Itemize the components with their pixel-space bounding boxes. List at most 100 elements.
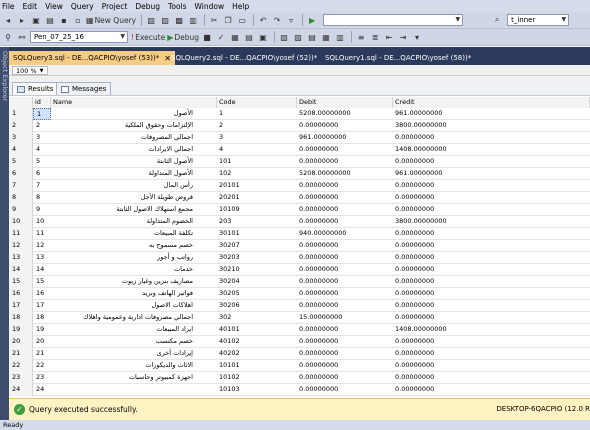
table-row[interactable]: 4 4 اجمالي الايرادات 4 0.00000000 1408.000000… xyxy=(9,144,590,156)
database-engine-query-icon[interactable]: ▧ xyxy=(145,14,157,27)
row-number[interactable]: 2 xyxy=(9,120,33,132)
row-number[interactable]: 9 xyxy=(9,204,33,216)
menu-project[interactable]: Project xyxy=(102,2,128,11)
cell-id[interactable]: 8 xyxy=(33,192,51,204)
cell-name[interactable]: الأصول المتداولة xyxy=(51,168,217,180)
menu-help[interactable]: Help xyxy=(232,2,249,11)
cell-code[interactable]: 20201 xyxy=(217,192,297,204)
row-number[interactable]: 18 xyxy=(9,312,33,324)
row-number[interactable]: 13 xyxy=(9,252,33,264)
cell-code[interactable]: 30205 xyxy=(217,288,297,300)
cell-code[interactable]: 30101 xyxy=(217,228,297,240)
cell-name[interactable]: قروض طويلة الأجل xyxy=(51,192,217,204)
cell-credit[interactable]: 0.00000000 xyxy=(393,228,590,240)
change-connection-icon[interactable]: ⚯ xyxy=(16,31,28,44)
cell-debit[interactable]: 0.00000000 xyxy=(297,336,393,348)
tab-sqlquery1[interactable]: SQLQuery1.sql - DE...QACPIO\yosef (58))* xyxy=(321,51,475,65)
cell-name[interactable]: اجمالي الايرادات xyxy=(51,144,217,156)
cell-code[interactable]: 302 xyxy=(217,312,297,324)
cell-credit[interactable]: 0.00000000 xyxy=(393,264,590,276)
cell-code[interactable]: 40102 xyxy=(217,336,297,348)
row-number[interactable]: 14 xyxy=(9,264,33,276)
cell-id[interactable]: 14 xyxy=(33,264,51,276)
table-row[interactable]: 17 17 اهلاكات الاصول 30206 0.00000000 0.00000… xyxy=(9,300,590,312)
specify-values-icon[interactable]: ▾ xyxy=(411,31,423,44)
table-row[interactable]: 22 22 الاثاث والديكورات 10101 0.00000000 0.00… xyxy=(9,360,590,372)
cell-id[interactable]: 6 xyxy=(33,168,51,180)
row-number[interactable]: 7 xyxy=(9,180,33,192)
cell-name[interactable]: خدمات xyxy=(51,264,217,276)
cell-id[interactable]: 2 xyxy=(33,120,51,132)
cell-debit[interactable]: 0.00000000 xyxy=(297,144,393,156)
row-number[interactable]: 17 xyxy=(9,300,33,312)
solution-config-combo[interactable]: ▼ xyxy=(323,14,464,26)
cell-id[interactable]: 9 xyxy=(33,204,51,216)
table-row[interactable]: 14 14 خدمات 30210 0.00000000 0.00000000 xyxy=(9,264,590,276)
cell-credit[interactable]: 0.00000000 xyxy=(393,192,590,204)
new-query-button[interactable]: ▦ New Query xyxy=(86,14,136,27)
column-header-code[interactable]: Code xyxy=(217,97,297,108)
cell-code[interactable]: 2 xyxy=(217,120,297,132)
cell-credit[interactable]: 0.00000000 xyxy=(393,288,590,300)
start-icon[interactable]: ▶ xyxy=(306,14,318,27)
cell-id[interactable]: 5 xyxy=(33,156,51,168)
cell-credit[interactable]: 0.00000000 xyxy=(393,204,590,216)
cell-name[interactable]: خصم مكتسب xyxy=(51,336,217,348)
cell-debit[interactable]: 5208.00000000 xyxy=(297,168,393,180)
table-row[interactable]: 19 19 ايراد المبيعات 40101 0.00000000 1408.00… xyxy=(9,324,590,336)
increase-indent-icon[interactable]: ⇥ xyxy=(397,31,409,44)
cell-name[interactable]: تكلفة المبيعات xyxy=(51,228,217,240)
save-all-icon[interactable]: ▫ xyxy=(72,14,84,27)
save-icon[interactable]: ▪ xyxy=(58,14,70,27)
table-row[interactable]: 11 11 تكلفة المبيعات 30101 940.00000000 0.000… xyxy=(9,228,590,240)
row-number[interactable]: 16 xyxy=(9,288,33,300)
cell-code[interactable]: 102 xyxy=(217,168,297,180)
cell-debit[interactable]: 0.00000000 xyxy=(297,192,393,204)
find-icon[interactable]: ⌕ xyxy=(491,14,503,27)
cell-credit[interactable]: 0.00000000 xyxy=(393,252,590,264)
cell-code[interactable]: 3 xyxy=(217,132,297,144)
table-row[interactable]: 3 3 اجمالي المصروفات 3 961.00000000 0.0000000… xyxy=(9,132,590,144)
cell-code[interactable]: 4 xyxy=(217,144,297,156)
estimated-plan-icon[interactable]: ▦ xyxy=(229,31,241,44)
menu-edit[interactable]: Edit xyxy=(23,2,38,11)
cell-credit[interactable]: 0.00000000 xyxy=(393,384,590,396)
cell-credit[interactable]: 0.00000000 xyxy=(393,336,590,348)
cell-credit[interactable]: 961.00000000 xyxy=(393,168,590,180)
cell-credit[interactable]: 1408.00000000 xyxy=(393,144,590,156)
cell-code[interactable]: 10102 xyxy=(217,372,297,384)
row-number[interactable]: 11 xyxy=(9,228,33,240)
row-number[interactable]: 24 xyxy=(9,384,33,396)
row-number[interactable]: 10 xyxy=(9,216,33,228)
cell-id[interactable]: 12 xyxy=(33,240,51,252)
cell-id[interactable]: 16 xyxy=(33,288,51,300)
row-number[interactable]: 21 xyxy=(9,348,33,360)
cell-debit[interactable]: 0.00000000 xyxy=(297,240,393,252)
table-row[interactable]: 13 13 رواتب و أجور 30203 0.00000000 0.0000000… xyxy=(9,252,590,264)
tab-sqlquery2[interactable]: SQLQuery2.sql - DE...QACPIO\yosef (52))* xyxy=(167,51,321,65)
column-header-id[interactable]: id xyxy=(33,97,51,108)
cell-name[interactable]: مجمع استهلاك الاصول الثابتة xyxy=(51,204,217,216)
row-number[interactable]: 5 xyxy=(9,156,33,168)
cell-code[interactable]: 30206 xyxy=(217,300,297,312)
cell-debit[interactable]: 0.00000000 xyxy=(297,204,393,216)
cell-credit[interactable]: 1408.00000000 xyxy=(393,324,590,336)
cell-code[interactable]: 40101 xyxy=(217,324,297,336)
forward-icon[interactable]: ▸ xyxy=(16,14,28,27)
cell-credit[interactable]: 0.00000000 xyxy=(393,360,590,372)
menu-window[interactable]: Window xyxy=(195,2,225,11)
cell-id[interactable]: 22 xyxy=(33,360,51,372)
debug-button[interactable]: ▶ Debug xyxy=(167,31,199,44)
cell-id[interactable]: 19 xyxy=(33,324,51,336)
row-number[interactable]: 8 xyxy=(9,192,33,204)
cell-name[interactable]: رواتب و أجور xyxy=(51,252,217,264)
cell-code[interactable]: 10101 xyxy=(217,360,297,372)
cell-credit[interactable]: 0.00000000 xyxy=(393,372,590,384)
cell-id[interactable]: 18 xyxy=(33,312,51,324)
cut-icon[interactable]: ✂ xyxy=(208,14,220,27)
cell-name[interactable]: اجمالي المصروفات xyxy=(51,132,217,144)
cell-name[interactable]: اجهزة كمبيوتر وحاسبات xyxy=(51,372,217,384)
cell-debit[interactable]: 0.00000000 xyxy=(297,288,393,300)
connect-icon[interactable]: ⚲ xyxy=(2,31,14,44)
cell-name[interactable]: ايراد المبيعات xyxy=(51,324,217,336)
